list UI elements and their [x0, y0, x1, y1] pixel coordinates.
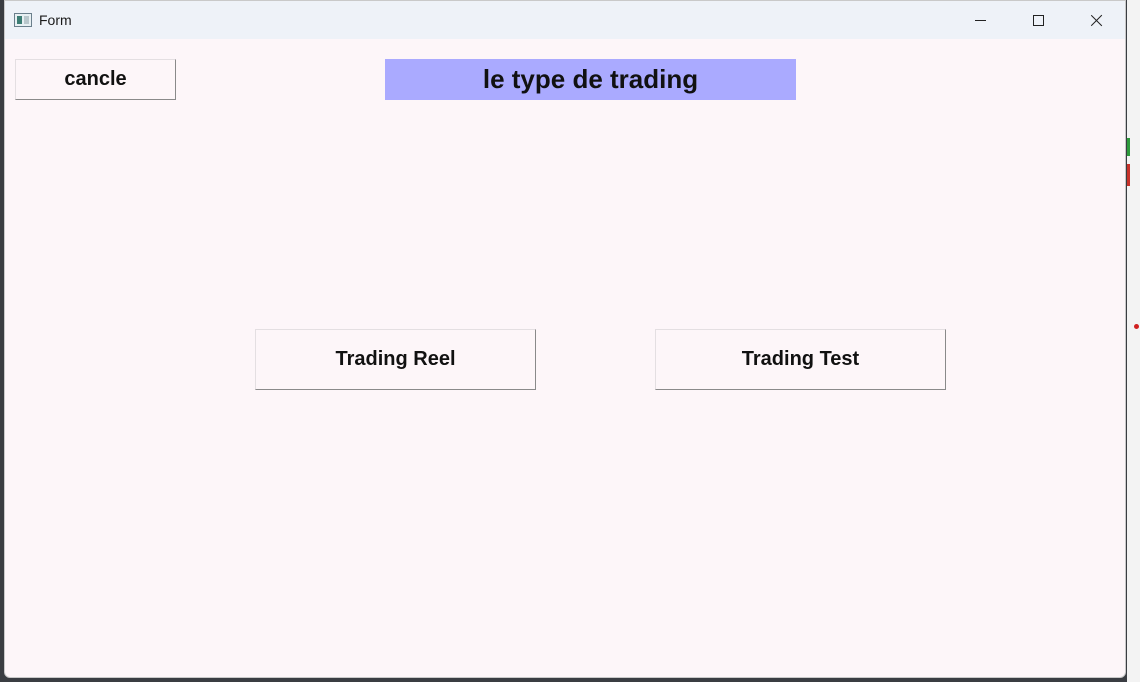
minimize-icon [974, 19, 986, 21]
title-bar[interactable]: Form [5, 1, 1125, 39]
trading-test-button[interactable]: Trading Test [655, 329, 946, 390]
cancel-button[interactable]: cancle [15, 59, 176, 100]
window-title: Form [39, 12, 72, 28]
maximize-icon [1032, 14, 1044, 26]
minimize-button[interactable] [951, 1, 1009, 39]
close-button[interactable] [1067, 1, 1125, 39]
desktop-edge-red [1127, 164, 1130, 186]
desktop-edge-dot [1134, 324, 1139, 329]
maximize-button[interactable] [1009, 1, 1067, 39]
form-window: Form cancle le type de trading Trading R… [4, 0, 1126, 678]
desktop-edge-green [1127, 138, 1130, 156]
app-window-icon [14, 13, 32, 27]
close-icon [1090, 14, 1103, 27]
trading-reel-button[interactable]: Trading Reel [255, 329, 536, 390]
desktop-background [1127, 0, 1140, 682]
page-title: le type de trading [385, 59, 796, 100]
